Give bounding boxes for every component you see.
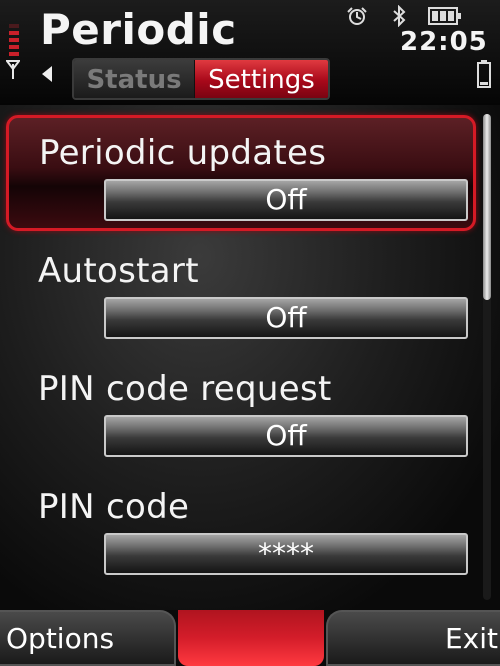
bluetooth-icon bbox=[393, 5, 406, 27]
scrollbar[interactable] bbox=[483, 114, 491, 600]
status-bar: Periodic 22:05 Status Settings bbox=[0, 0, 500, 105]
settings-list: Periodic updates Off Autostart Off PIN c… bbox=[0, 105, 500, 610]
setting-label: Periodic updates bbox=[39, 133, 327, 173]
scrollbar-thumb[interactable] bbox=[483, 114, 491, 300]
options-softkey-label: Options bbox=[6, 622, 115, 655]
clock: 22:05 bbox=[400, 27, 488, 57]
battery-icon bbox=[428, 7, 461, 25]
setting-label: PIN code request bbox=[38, 369, 332, 409]
setting-value-field[interactable]: **** bbox=[104, 533, 468, 575]
setting-pin-code[interactable]: PIN code **** bbox=[6, 469, 476, 585]
setting-autostart[interactable]: Autostart Off bbox=[6, 233, 476, 349]
signal-strength-icon bbox=[9, 24, 19, 59]
setting-value-field[interactable]: Off bbox=[104, 179, 468, 221]
app-title: Periodic bbox=[40, 5, 237, 54]
setting-value-field[interactable]: Off bbox=[104, 415, 468, 457]
tab-status[interactable]: Status bbox=[74, 60, 195, 98]
exit-softkey-label: Exit bbox=[444, 622, 498, 655]
battery-level-icon bbox=[477, 60, 491, 88]
tab-settings[interactable]: Settings bbox=[195, 60, 328, 98]
setting-pin-code-request[interactable]: PIN code request Off bbox=[6, 351, 476, 467]
exit-softkey[interactable]: Exit bbox=[326, 610, 500, 666]
softkey-bar: Options Exit bbox=[0, 610, 500, 666]
middle-softkey[interactable] bbox=[178, 610, 324, 666]
antenna-icon bbox=[5, 60, 21, 85]
options-softkey[interactable]: Options bbox=[0, 610, 176, 666]
setting-label: PIN code bbox=[38, 487, 190, 527]
alarm-icon bbox=[347, 7, 367, 25]
setting-periodic-updates[interactable]: Periodic updates Off bbox=[6, 115, 476, 231]
setting-label: Autostart bbox=[38, 251, 199, 291]
tab-left-arrow-icon[interactable] bbox=[42, 66, 52, 82]
setting-value-field[interactable]: Off bbox=[104, 297, 468, 339]
tab-bar: Status Settings bbox=[72, 58, 330, 100]
